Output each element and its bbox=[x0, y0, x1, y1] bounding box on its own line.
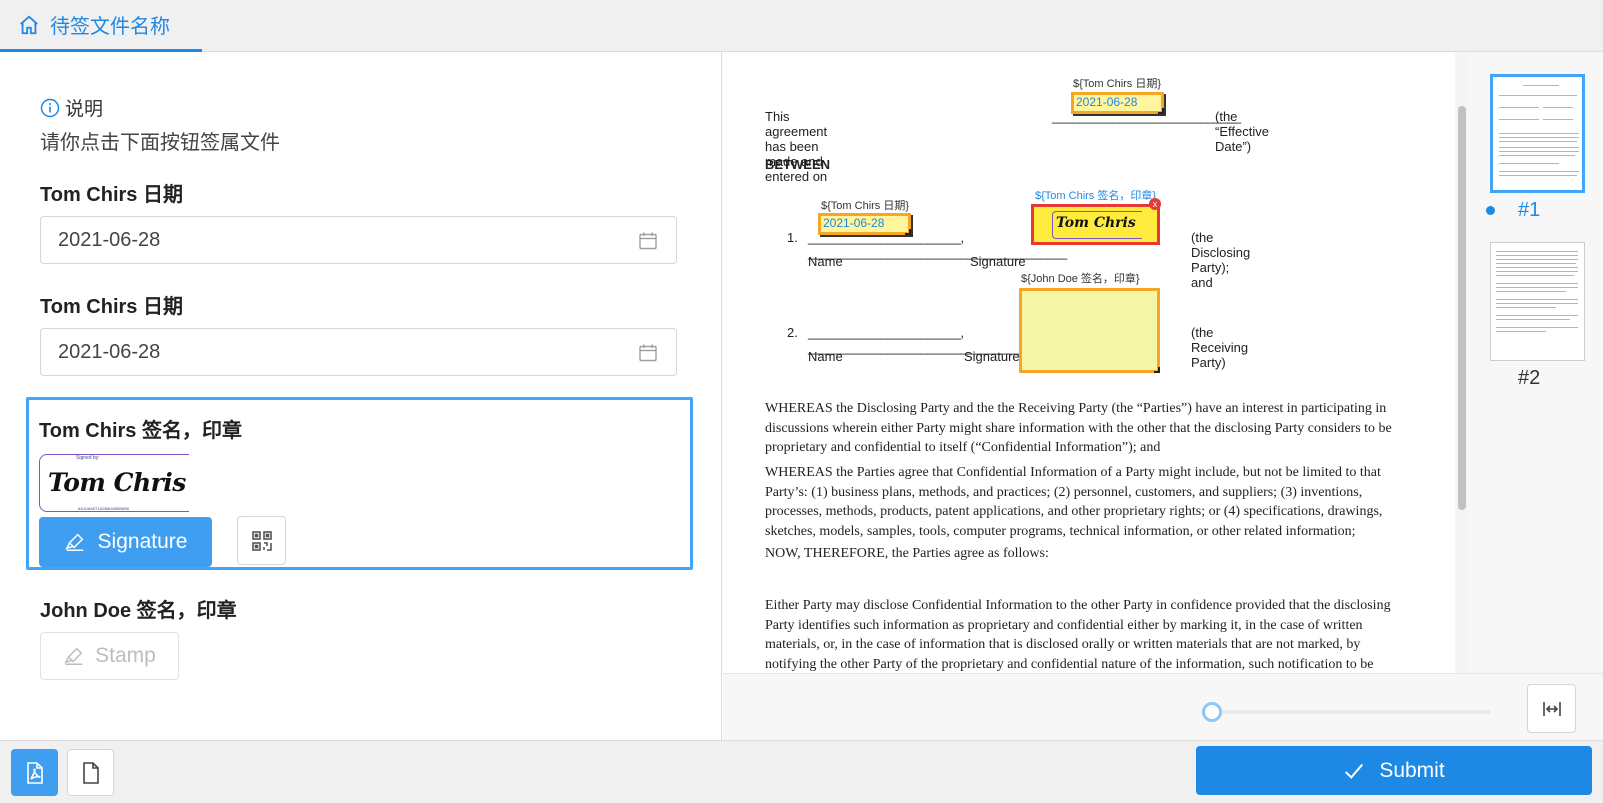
signature-button-label: Signature bbox=[97, 530, 188, 553]
info-label: 说明 bbox=[65, 99, 104, 120]
date-field-label-2: Tom Chirs 日期 bbox=[40, 296, 183, 318]
zoom-slider[interactable] bbox=[1208, 710, 1491, 714]
item-1-suffix: (the Disclosing Party); and bbox=[1191, 230, 1251, 290]
page-thumbnail-1[interactable] bbox=[1490, 74, 1585, 193]
effective-line: This agreement has been made and entered… bbox=[765, 109, 828, 184]
item-2-number: 2. bbox=[787, 325, 798, 340]
qr-code-icon bbox=[251, 530, 272, 551]
item-2-name-label: Name bbox=[808, 349, 843, 364]
signature-name: Tom Chris bbox=[48, 468, 186, 497]
home-icon bbox=[20, 15, 38, 34]
paragraph-line: discussions wherein either Party might s… bbox=[765, 420, 1392, 436]
paragraph-line: sketches, models, samples, tools, comput… bbox=[765, 523, 1356, 539]
paragraph-line: materials, or, in the case of informatio… bbox=[765, 637, 1361, 652]
paragraph-line: Either Party may disclose Confidential I… bbox=[765, 598, 1391, 613]
qr-code-button[interactable] bbox=[237, 516, 286, 565]
page-thumbnail-label-2: #2 bbox=[1518, 367, 1541, 389]
field-tag-date-2: ${Tom Chirs 日期} bbox=[821, 200, 910, 212]
close-icon[interactable]: x bbox=[1149, 198, 1161, 210]
page-thumbnail-label-1: #1 bbox=[1518, 199, 1541, 221]
fit-width-icon bbox=[1542, 701, 1561, 716]
page-title: 待签文件名称 bbox=[50, 16, 170, 38]
effective-blank: ____________________________ bbox=[1052, 109, 1241, 124]
info-icon bbox=[40, 98, 60, 117]
date-input-value: 2021-06-28 bbox=[58, 340, 161, 363]
date-input-1[interactable]: 2021-06-28 bbox=[40, 216, 677, 264]
bottom-toolbar: Submit bbox=[0, 740, 1603, 803]
calendar-icon[interactable] bbox=[638, 231, 658, 251]
check-icon bbox=[1345, 763, 1364, 779]
effective-suffix: (the “Effective Date”) bbox=[1215, 109, 1269, 154]
calendar-icon[interactable] bbox=[638, 343, 658, 363]
pen-icon bbox=[64, 533, 83, 551]
zoom-bar bbox=[723, 673, 1603, 740]
current-page-indicator bbox=[1486, 206, 1495, 215]
date-input-2[interactable]: 2021-06-28 bbox=[40, 328, 677, 376]
doc-date-value: 2021-06-28 bbox=[1076, 95, 1138, 109]
field-tag-date-1: ${Tom Chirs 日期} bbox=[1073, 78, 1162, 90]
signature-section: Tom Chirs 签名，印章 Signed by: Tom Chris 6A1… bbox=[26, 397, 693, 570]
field-tag-signature: ${Tom Chirs 签名，印章} bbox=[1035, 190, 1157, 202]
signed-by-text: Signed by: bbox=[76, 455, 100, 461]
pen-icon bbox=[64, 647, 83, 665]
paragraph-2: WHEREAS the Parties agree that Confident… bbox=[765, 463, 1415, 541]
submit-button-label: Submit bbox=[1379, 758, 1445, 782]
paragraph-line: proprietary and confidential to itself (… bbox=[765, 440, 1161, 455]
info-text: 请你点击下面按钮签属文件 bbox=[40, 132, 280, 154]
date-field-label-1: Tom Chirs 日期 bbox=[40, 184, 183, 206]
item-2-suffix: (the Receiving Party) bbox=[1191, 325, 1249, 370]
paragraph-line: notifying the other Party of the proprie… bbox=[765, 656, 1374, 672]
doc-signature-name: Tom Chris bbox=[1056, 215, 1136, 231]
paragraph-line: processes, methods, products, patent app… bbox=[765, 504, 1383, 519]
field-tag-stamp: ${John Doe 签名，印章} bbox=[1021, 273, 1140, 285]
page-thumbnail-2[interactable] bbox=[1490, 242, 1585, 361]
document-view-button[interactable] bbox=[67, 749, 114, 796]
paragraph-line: Party’s: (1) business plans, methods, an… bbox=[765, 484, 1363, 500]
pdf-view-button[interactable] bbox=[11, 749, 58, 796]
header-bar: 待签文件名称 bbox=[0, 0, 1603, 52]
date-input-value: 2021-06-28 bbox=[58, 228, 161, 251]
submit-button[interactable]: Submit bbox=[1196, 746, 1592, 795]
paragraph-line: WHEREAS the Disclosing Party and the the… bbox=[765, 401, 1387, 416]
item-2-signature-label: Signature bbox=[964, 349, 1020, 364]
between-heading: BETWEEN bbox=[765, 157, 830, 172]
doc-date-value: 2021-06-28 bbox=[823, 216, 885, 230]
doc-stamp-field[interactable] bbox=[1019, 288, 1160, 373]
zoom-slider-handle[interactable] bbox=[1202, 702, 1222, 722]
paragraph-line: WHEREAS the Parties agree that Confident… bbox=[765, 465, 1381, 480]
paragraph-1: WHEREAS the Disclosing Party and the the… bbox=[765, 399, 1415, 458]
item-1-name-label: Name bbox=[808, 254, 843, 269]
paragraph-4: Either Party may disclose Confidential I… bbox=[765, 596, 1415, 673]
document-scrollbar[interactable] bbox=[1455, 52, 1468, 673]
signature-button[interactable]: Signature bbox=[39, 517, 212, 567]
paragraph-3: NOW, THEREFORE, the Parties agree as fol… bbox=[765, 546, 1049, 561]
item-1-signature-label: Signature bbox=[970, 254, 1026, 269]
signature-field-label: Tom Chirs 签名，印章 bbox=[39, 420, 242, 442]
paragraph-line: Party identifies such information as pro… bbox=[765, 617, 1363, 633]
pdf-file-icon bbox=[26, 761, 43, 784]
item-1-number: 1. bbox=[787, 230, 798, 245]
tab-document[interactable]: 待签文件名称 bbox=[0, 0, 202, 52]
resize-handle[interactable] bbox=[1154, 367, 1160, 373]
thumbnail-panel: #1 #2 bbox=[1468, 52, 1603, 673]
fit-width-button[interactable] bbox=[1527, 684, 1576, 733]
file-icon bbox=[82, 761, 99, 784]
stamp-button-label: Stamp bbox=[95, 644, 156, 667]
scrollbar-thumb[interactable] bbox=[1458, 106, 1466, 510]
item-1-blank: _______________________, _______________… bbox=[808, 230, 1067, 260]
signature-preview: Signed by: Tom Chris 6A1D6A571A2B8D6B6B6… bbox=[39, 454, 189, 512]
stamp-field-label: John Doe 签名，印章 bbox=[40, 600, 237, 622]
stamp-button[interactable]: Stamp bbox=[40, 632, 179, 680]
info-header: 说明 bbox=[40, 94, 103, 121]
form-panel: 说明 请你点击下面按钮签属文件 Tom Chirs 日期 2021-06-28 … bbox=[0, 52, 722, 740]
signature-id: 6A1D6A571A2B8D6B6B6B6 bbox=[78, 506, 130, 511]
